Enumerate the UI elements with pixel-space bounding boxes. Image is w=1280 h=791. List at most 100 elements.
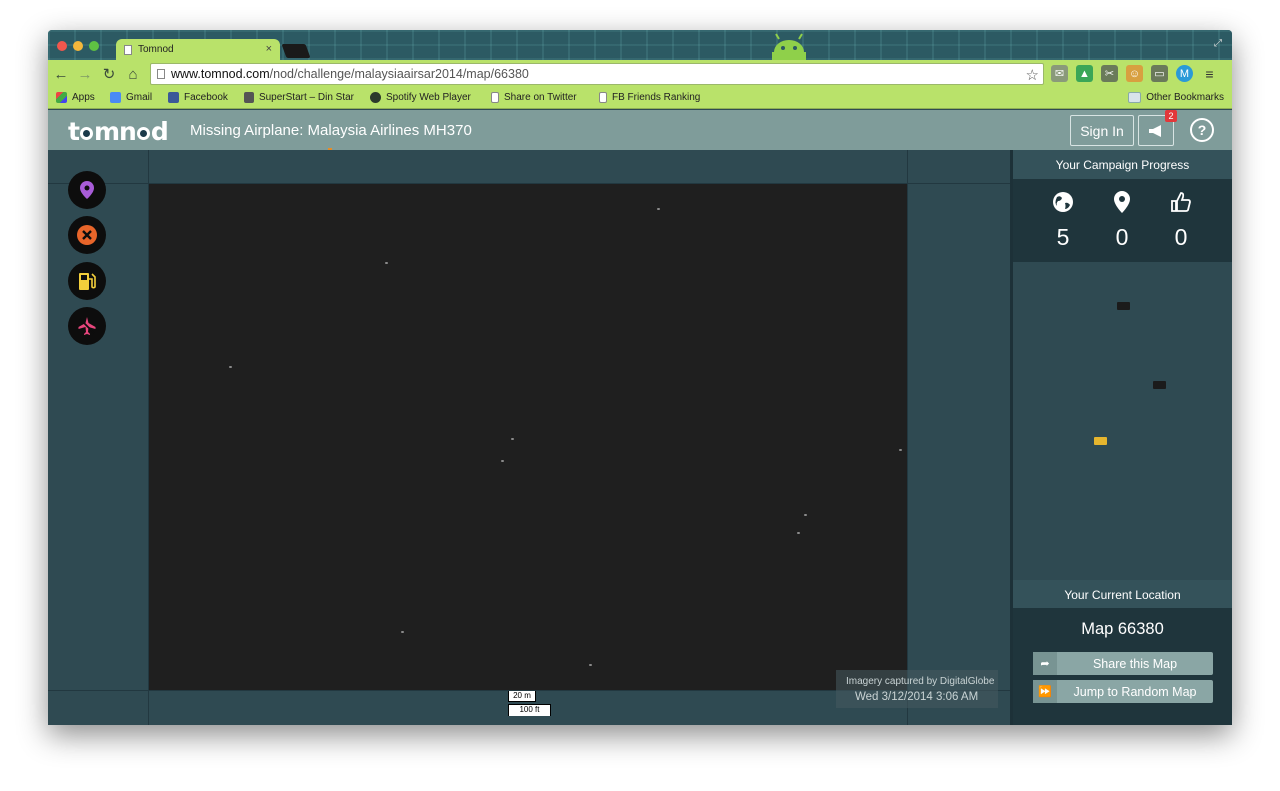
folder-icon xyxy=(1128,92,1142,103)
random-map-button[interactable]: ⏩ Jump to Random Map xyxy=(1033,680,1213,703)
minimize-window-button[interactable] xyxy=(73,41,83,51)
image-speck xyxy=(511,438,514,440)
bookmark-facebook[interactable]: Facebook xyxy=(168,92,228,103)
fullscreen-icon[interactable]: ⤢ xyxy=(1214,38,1222,49)
image-speck xyxy=(385,262,388,264)
airplane-icon xyxy=(78,317,96,335)
campaign-stats: 5 0 0 xyxy=(1013,179,1232,262)
back-icon[interactable]: ← xyxy=(50,63,72,85)
sign-in-button[interactable]: Sign In xyxy=(1070,115,1134,146)
globe-icon xyxy=(1053,192,1073,212)
scale-bar-meters: 20 m xyxy=(508,691,536,702)
facebook-icon xyxy=(168,92,179,103)
airplane-tool-button[interactable] xyxy=(68,307,106,345)
sidebar: Your Campaign Progress 5 0 0 Your Curren… xyxy=(1010,150,1232,725)
logo-dot xyxy=(79,127,93,140)
forward-icon[interactable]: → xyxy=(74,63,96,85)
bookmark-label: SuperStart – Din Star xyxy=(258,92,354,103)
bookmark-fb-ranking[interactable]: FB Friends Ranking xyxy=(599,92,700,103)
image-speck xyxy=(899,449,902,451)
attribution-text: Imagery captured by DigitalGlobe xyxy=(846,676,995,687)
tab-title: Tomnod xyxy=(138,44,174,55)
bookmark-twitter[interactable]: Share on Twitter xyxy=(491,92,577,103)
fuel-pump-icon xyxy=(79,273,96,290)
extension-m-icon[interactable]: M xyxy=(1176,65,1193,82)
minimap-current-tile[interactable] xyxy=(1094,437,1107,445)
logo-dot xyxy=(136,127,150,140)
map-pin-icon xyxy=(80,181,94,199)
home-icon[interactable]: ⌂ xyxy=(122,63,144,85)
spotify-icon xyxy=(370,92,381,103)
notification-badge: 2 xyxy=(1165,110,1177,122)
bookmark-gmail[interactable]: Gmail xyxy=(110,92,152,103)
new-tab-button[interactable] xyxy=(281,44,311,58)
tab-close-icon[interactable]: × xyxy=(266,43,272,55)
help-button[interactable]: ? xyxy=(1190,118,1214,142)
google-icon xyxy=(110,92,121,103)
zoom-window-button[interactable] xyxy=(89,41,99,51)
bookmark-apps[interactable]: Apps xyxy=(56,92,95,103)
bookmark-label: Other Bookmarks xyxy=(1146,92,1224,103)
thumbs-up-icon xyxy=(1171,192,1191,212)
share-label: Share this Map xyxy=(1092,656,1178,671)
imagery-attribution: Imagery captured by DigitalGlobe Wed 3/1… xyxy=(836,670,998,708)
current-location-panel: Map 66380 ➦ Share this Map ⏩ Jump to Ran… xyxy=(1013,608,1232,725)
image-speck xyxy=(401,631,404,633)
bookmark-superstart[interactable]: SuperStart – Din Star xyxy=(244,92,354,103)
share-map-button[interactable]: ➦ Share this Map xyxy=(1033,652,1213,675)
page-icon xyxy=(599,92,607,103)
menu-icon[interactable]: ≡ xyxy=(1201,65,1218,82)
browser-toolbar: ← → ↻ ⌂ www.tomnod.com/nod/challenge/mal… xyxy=(48,60,1232,88)
url-path: /nod/challenge/malaysiaairsar2014/map/66… xyxy=(269,67,529,81)
damage-tool-button[interactable] xyxy=(68,216,106,254)
bookmark-other[interactable]: Other Bookmarks xyxy=(1128,92,1224,103)
avatar-icon[interactable]: ☺ xyxy=(1126,65,1143,82)
logo-text: t xyxy=(68,117,80,146)
reload-icon[interactable]: ↻ xyxy=(98,63,120,85)
image-speck xyxy=(229,366,232,368)
image-speck xyxy=(589,664,592,666)
tab-tomnod[interactable]: Tomnod × xyxy=(116,39,280,60)
stat-value: 0 xyxy=(1115,224,1129,250)
bookmark-label: Facebook xyxy=(184,92,228,103)
minimap-visited-tile[interactable] xyxy=(1117,302,1130,310)
app-header: t mn d Missing Airplane: Malaysia Airlines… xyxy=(48,110,1232,151)
fast-forward-icon: ⏩ xyxy=(1033,680,1057,703)
bookmark-label: Gmail xyxy=(126,92,153,103)
pin-tool-button[interactable] xyxy=(68,171,106,209)
campaign-progress-title: Your Campaign Progress xyxy=(1013,150,1232,179)
bookmark-spotify[interactable]: Spotify Web Player xyxy=(370,92,471,103)
tomnod-logo[interactable]: t mn d xyxy=(68,117,169,146)
extension-icons: ✉ ▲ ✂ ☺ ▭ M ≡ xyxy=(1051,65,1218,82)
cast-icon[interactable]: ▭ xyxy=(1151,65,1168,82)
image-speck xyxy=(804,514,807,516)
map-pin-icon xyxy=(1114,191,1130,213)
mail-icon[interactable]: ✉ xyxy=(1051,65,1068,82)
bookmark-label: Spotify Web Player xyxy=(386,92,471,103)
page-icon xyxy=(124,44,132,55)
map-viewport[interactable]: Imagery captured by DigitalGlobe Wed 3/1… xyxy=(48,150,1010,725)
stat-value: 5 xyxy=(1056,224,1070,250)
campaign-minimap[interactable] xyxy=(1013,262,1232,580)
map-id: Map 66380 xyxy=(1081,620,1164,638)
satellite-image[interactable] xyxy=(149,184,907,690)
puzzle-icon[interactable]: ✂ xyxy=(1101,65,1118,82)
bookmark-star-icon[interactable]: ☆ xyxy=(1026,66,1039,84)
fuel-tool-button[interactable] xyxy=(68,262,106,300)
minimap-visited-tile[interactable] xyxy=(1153,381,1166,389)
drive-icon[interactable]: ▲ xyxy=(1076,65,1093,82)
bookmark-label: FB Friends Ranking xyxy=(612,92,701,103)
address-bar[interactable]: www.tomnod.com/nod/challenge/malaysiaair… xyxy=(150,63,1044,85)
close-window-button[interactable] xyxy=(57,41,67,51)
stat-tags: 0 xyxy=(1097,191,1147,251)
close-circle-icon xyxy=(77,225,97,245)
scale-bar-feet: 100 ft xyxy=(508,704,551,716)
logo-text: mn xyxy=(93,117,137,146)
apps-grid-icon xyxy=(56,92,67,103)
page-icon xyxy=(491,92,499,103)
bookmark-label: Apps xyxy=(72,92,95,103)
notifications-button[interactable]: 2 xyxy=(1138,110,1177,146)
tab-strip: Tomnod × ⤢ xyxy=(48,30,1232,60)
page-title: Missing Airplane: Malaysia Airlines MH37… xyxy=(190,122,472,139)
bookmark-label: Share on Twitter xyxy=(504,92,577,103)
